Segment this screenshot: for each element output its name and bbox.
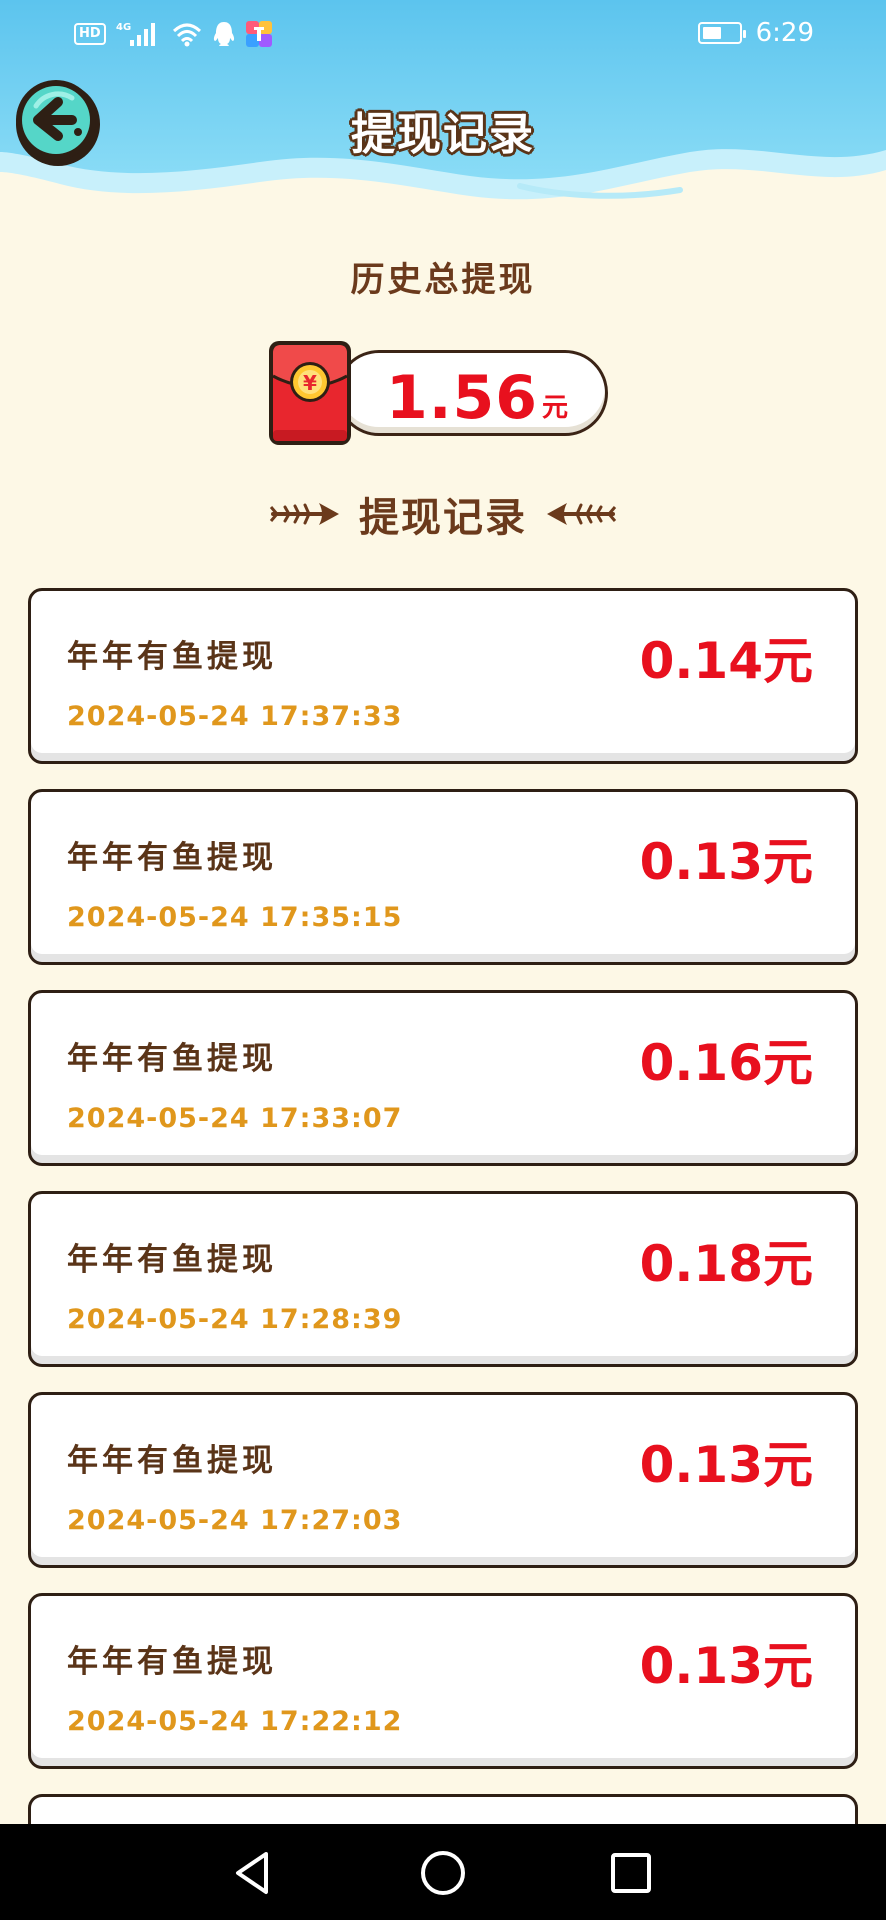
page-title: 提现记录 bbox=[351, 109, 535, 160]
record-item[interactable]: 年年有鱼提现 0.14元 2024-05-24 17:37:33 bbox=[28, 588, 858, 764]
section-title-text: 提现记录 bbox=[359, 495, 527, 541]
record-amount: 0.13元 bbox=[639, 1637, 813, 1695]
record-amount: 0.13元 bbox=[639, 833, 813, 891]
record-item-partial[interactable] bbox=[28, 1794, 858, 1824]
record-time: 2024-05-24 17:37:33 bbox=[67, 701, 403, 732]
app-icon bbox=[245, 21, 272, 47]
record-time: 2024-05-24 17:22:12 bbox=[67, 1706, 403, 1737]
back-triangle-icon[interactable] bbox=[226, 1846, 280, 1900]
signal-icon: 4G bbox=[116, 22, 155, 46]
total-amount-value: 1.56 bbox=[386, 363, 539, 433]
record-item[interactable]: 年年有鱼提现 0.13元 2024-05-24 17:27:03 bbox=[28, 1392, 858, 1568]
record-time: 2024-05-24 17:35:15 bbox=[67, 902, 403, 933]
record-name: 年年有鱼提现 bbox=[67, 1041, 277, 1077]
record-item[interactable]: 年年有鱼提现 0.16元 2024-05-24 17:33:07 bbox=[28, 990, 858, 1166]
record-amount: 0.16元 bbox=[639, 1034, 813, 1092]
record-item[interactable]: 年年有鱼提现 0.13元 2024-05-24 17:22:12 bbox=[28, 1593, 858, 1769]
record-name: 年年有鱼提现 bbox=[67, 639, 277, 675]
status-right-group: 6:29 bbox=[697, 18, 814, 48]
fishbone-left-icon bbox=[269, 503, 339, 525]
withdrawal-records-list[interactable]: 年年有鱼提现 0.14元 2024-05-24 17:37:33 年年有鱼提现 … bbox=[28, 588, 858, 1849]
record-time: 2024-05-24 17:33:07 bbox=[67, 1103, 403, 1134]
hd-badge: HD bbox=[74, 23, 106, 45]
record-amount: 0.14元 bbox=[639, 632, 813, 690]
red-packet-icon: ¥ bbox=[269, 341, 351, 445]
record-name: 年年有鱼提现 bbox=[67, 1644, 277, 1680]
total-amount-unit: 元 bbox=[542, 393, 570, 423]
record-amount: 0.13元 bbox=[639, 1436, 813, 1494]
status-time: 6:29 bbox=[755, 18, 814, 48]
record-name: 年年有鱼提现 bbox=[67, 1242, 277, 1278]
header: HD 4G 6:29 提现记录 bbox=[0, 0, 886, 230]
svg-text:4G: 4G bbox=[116, 22, 131, 33]
system-nav-bar bbox=[0, 1824, 886, 1920]
record-amount: 0.18元 bbox=[639, 1235, 813, 1293]
wifi-icon bbox=[172, 23, 201, 47]
qq-icon bbox=[213, 22, 234, 46]
record-time: 2024-05-24 17:28:39 bbox=[67, 1304, 403, 1335]
record-item[interactable]: 年年有鱼提现 0.18元 2024-05-24 17:28:39 bbox=[28, 1191, 858, 1367]
record-name: 年年有鱼提现 bbox=[67, 840, 277, 876]
recents-square-icon[interactable] bbox=[604, 1846, 658, 1900]
red-packet-symbol: ¥ bbox=[303, 371, 317, 395]
battery-icon bbox=[697, 22, 746, 44]
total-withdrawal-label: 历史总提现 bbox=[350, 260, 536, 300]
home-circle-icon[interactable] bbox=[416, 1846, 470, 1900]
section-title: 提现记录 bbox=[0, 488, 886, 541]
status-bar: HD 4G 6:29 bbox=[0, 0, 886, 70]
total-amount: 1.56 元 bbox=[386, 368, 569, 438]
record-time: 2024-05-24 17:27:03 bbox=[67, 1505, 403, 1536]
fishbone-right-icon bbox=[547, 503, 617, 525]
record-item[interactable]: 年年有鱼提现 0.13元 2024-05-24 17:35:15 bbox=[28, 789, 858, 965]
status-left-group: HD 4G bbox=[74, 20, 272, 48]
total-withdrawal-box: 1.56 元 ¥ bbox=[266, 338, 614, 448]
record-name: 年年有鱼提现 bbox=[67, 1443, 277, 1479]
